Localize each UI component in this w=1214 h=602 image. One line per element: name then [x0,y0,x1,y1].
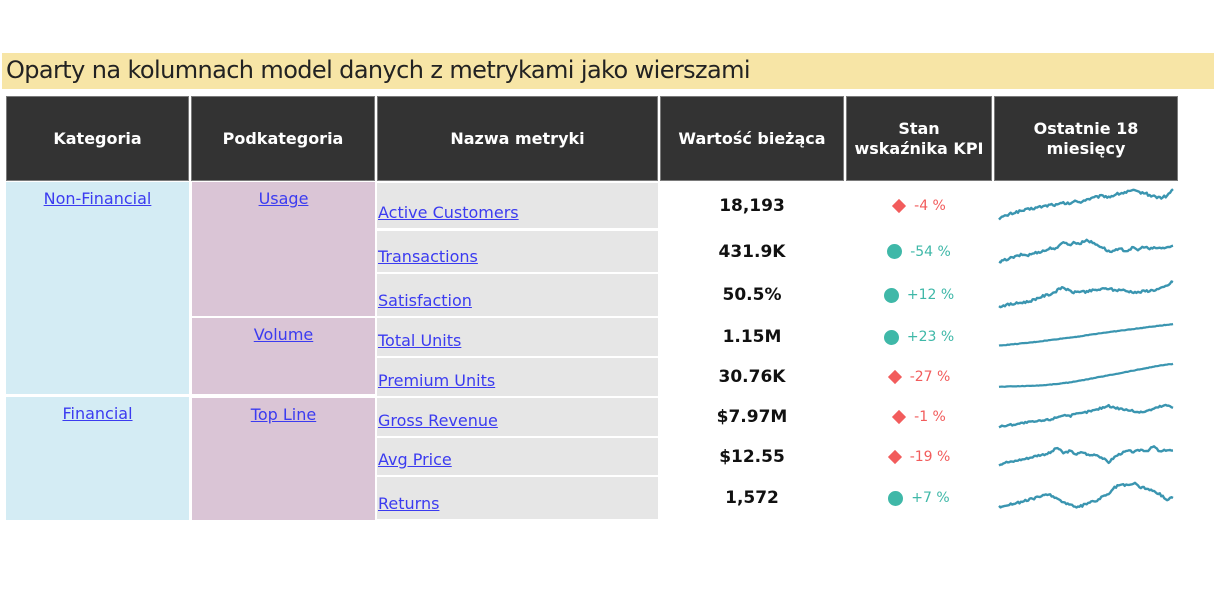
subcategory-cell: Volume [192,318,375,394]
current-value-cell: 18,193 [660,183,844,228]
kpi-status-cell: -4 % [846,183,992,228]
status-circle-icon [887,244,903,259]
metric-link-gross-revenue[interactable]: Gross Revenue [378,411,498,430]
sparkline-line [998,481,1174,509]
metric-name-cell: Avg Price [377,438,658,475]
sparkline-line [998,238,1174,264]
subcategory-link-volume[interactable]: Volume [254,325,314,344]
subcategory-cell: Usage [192,182,375,316]
status-diamond-icon [887,449,902,464]
current-value: 50.5% [722,285,782,305]
subcategory-cell: Top Line [192,398,375,520]
metric-name-cell: Returns [377,477,658,519]
metric-link-returns[interactable]: Returns [378,494,439,513]
kpi-status-cell: +12 % [846,274,992,316]
current-value: 18,193 [719,195,785,216]
header-last-18-months[interactable]: Ostatnie 18 miesięcy [994,96,1178,181]
header-current-value[interactable]: Wartość bieżąca [660,96,844,181]
kpi-status-cell: -54 % [846,231,992,272]
kpi-status-cell: +7 % [846,477,992,519]
kpi-change: -19 % [909,448,951,465]
sparkline-chart [998,322,1174,347]
current-value-cell: 30.76K [660,358,844,396]
kpi-status-cell: -19 % [846,438,992,475]
metric-link-satisfaction[interactable]: Satisfaction [378,291,472,310]
kpi-change: +12 % [906,287,955,303]
sparkline-chart [998,403,1174,429]
sparkline-cell [994,477,1178,519]
status-circle-icon [883,329,899,345]
sparkline-chart [998,280,1174,309]
metric-name-cell: Transactions [377,231,658,272]
header-category[interactable]: Kategoria [6,96,189,181]
subcategory-link-usage[interactable]: Usage [259,189,309,208]
metric-name-cell: Premium Units [377,358,658,396]
header-kpi-status[interactable]: Stan wskaźnika KPI [846,96,992,181]
sparkline-cell [994,318,1178,356]
status-diamond-icon [887,369,902,385]
sparkline-line [998,403,1174,429]
sparkline-cell [994,438,1178,475]
current-value: 1.15M [722,327,782,347]
current-value: 1,572 [725,488,779,508]
current-value: 30.76K [718,367,786,387]
current-value: $12.55 [719,446,785,467]
sparkline-line [998,362,1174,388]
metric-name-cell: Gross Revenue [377,398,658,436]
metric-name-cell: Active Customers [377,183,658,228]
metric-link-transactions[interactable]: Transactions [378,247,478,266]
current-value: $7.97M [716,407,788,427]
sparkline-chart [998,188,1174,221]
current-value: 431.9K [718,241,786,262]
sparkline-cell [994,231,1178,272]
header-metric-name[interactable]: Nazwa metryki [377,96,658,181]
sparkline-chart [998,362,1174,388]
category-cell: Financial [6,397,189,520]
kpi-status-cell: +23 % [846,318,992,356]
status-circle-icon [888,490,904,506]
current-value-cell: 1,572 [660,477,844,519]
sparkline-cell [994,274,1178,316]
metric-link-active-customers[interactable]: Active Customers [378,203,519,222]
metric-name-cell: Total Units [377,318,658,356]
metric-link-premium-units[interactable]: Premium Units [378,371,495,390]
current-value-cell: $12.55 [660,438,844,475]
sparkline-cell [994,358,1178,396]
sparkline-cell [994,398,1178,436]
metric-name-cell: Satisfaction [377,274,658,316]
kpi-change: -4 % [914,197,946,214]
sparkline-line [998,280,1174,309]
current-value-cell: 50.5% [660,274,844,316]
page-title-bar: Oparty na kolumnach model danych z metry… [2,53,1214,89]
current-value-cell: $7.97M [660,398,844,436]
sparkline-cell [994,183,1178,228]
kpi-status-cell: -27 % [846,358,992,396]
current-value-cell: 431.9K [660,231,844,272]
category-link-financial[interactable]: Financial [62,404,132,423]
sparkline-line [998,322,1174,347]
sparkline-line [998,188,1174,221]
header-subcategory[interactable]: Podkategoria [191,96,375,181]
subcategory-link-top-line[interactable]: Top Line [251,405,316,424]
metric-link-total-units[interactable]: Total Units [378,331,461,350]
kpi-change: -54 % [910,243,951,260]
status-diamond-icon [892,409,907,425]
sparkline-chart [998,238,1174,264]
category-link-non-financial[interactable]: Non-Financial [44,189,152,208]
sparkline-chart [998,445,1174,467]
current-value-cell: 1.15M [660,318,844,356]
sparkline-line [998,445,1174,467]
metric-link-avg-price[interactable]: Avg Price [378,450,452,469]
kpi-change: +7 % [911,490,950,506]
status-circle-icon [883,287,899,303]
category-cell: Non-Financial [6,182,189,394]
page-title: Oparty na kolumnach model danych z metry… [6,56,751,84]
kpi-status-cell: -1 % [846,398,992,436]
sparkline-chart [998,481,1174,509]
status-diamond-icon [892,198,907,213]
kpi-change: +23 % [906,329,955,345]
kpi-change: -1 % [914,409,946,425]
kpi-change: -27 % [909,369,951,385]
